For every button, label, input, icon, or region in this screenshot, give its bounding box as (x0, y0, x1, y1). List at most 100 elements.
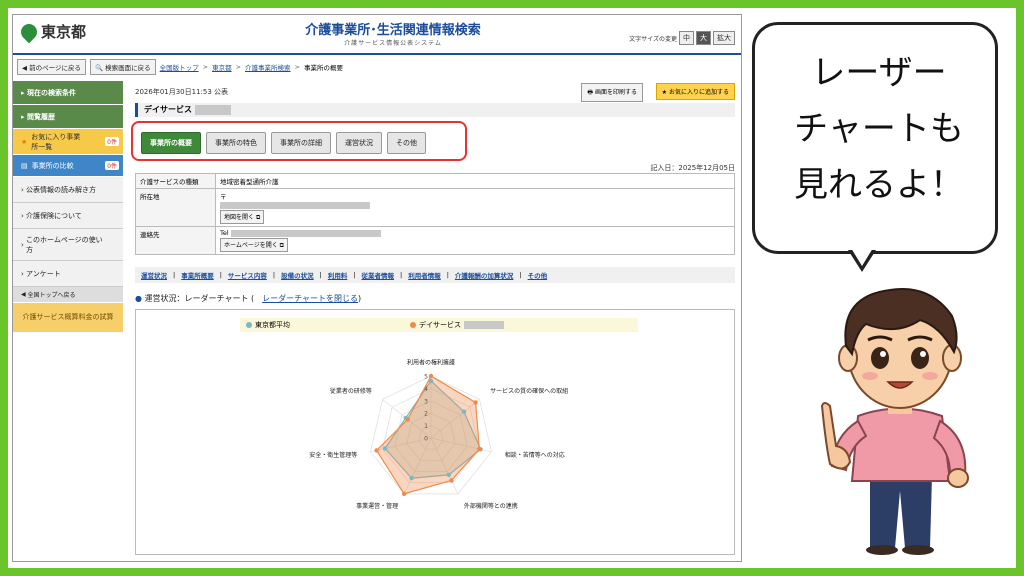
sidebar-item-compare[interactable]: ▤ 事業所の比較 0件 (13, 155, 123, 177)
font-size-large[interactable]: 大 (696, 31, 711, 45)
back-arrow-icon: ◀ (22, 64, 27, 72)
radar-tick-label: 3 (424, 398, 428, 405)
service-fee-calc-button[interactable]: 介護サービス概算料金の試算 (13, 303, 123, 333)
sidebar-item-survey[interactable]: › アンケート (13, 261, 123, 287)
character-shirt (850, 407, 952, 482)
radar-point (374, 448, 379, 453)
crumb-sep: > (294, 63, 300, 71)
sidebar-item-insurance[interactable]: › 介護保険について (13, 203, 123, 229)
radar-point (449, 478, 454, 483)
main-content: 2026年01月30日11:53 公表 🖶 画面を印刷する ★ お気に入りに追加… (131, 81, 739, 559)
radar-point (446, 472, 451, 478)
legend-label: 東京都平均 (255, 321, 290, 329)
service-type-label: 介護サービスの種類 (135, 173, 216, 189)
speech-bubble: レーザー チャートも 見れるよ！ (752, 22, 998, 254)
search-back-button[interactable]: 🔍 検索画面に戻る (89, 59, 156, 75)
nav-user-info[interactable]: 利用者情報 (408, 270, 441, 280)
legend-dot-average (246, 322, 252, 328)
add-favorite-label: お気に入りに追加する (668, 89, 729, 96)
nav-operation[interactable]: 運営状況 (141, 270, 167, 280)
font-size-medium[interactable]: 中 (679, 31, 694, 45)
nav-service[interactable]: サービス内容 (228, 270, 267, 280)
radar-chart-box: 東京都平均 デイサービス 0 1 2 3 4 5 利用者の権利擁護 サービスの質の確保への取組… (135, 309, 735, 555)
close-radar-link[interactable]: レーダーチャートを閉じる (262, 294, 358, 303)
print-button[interactable]: 🖶 画面を印刷する (581, 83, 643, 102)
tab-overview[interactable]: 事業所の概要 (141, 132, 201, 154)
nav-office-summary[interactable]: 事業所概要 (181, 270, 214, 280)
open-map-button[interactable]: 地図を開く ⧉ (220, 210, 265, 224)
open-homepage-button[interactable]: ホームページを開く ⧉ (220, 238, 288, 252)
table-row: 介護サービスの種類 地域密着型通所介護 (135, 173, 735, 189)
nav-other[interactable]: その他 (528, 270, 548, 280)
font-size-zoom[interactable]: 拡大 (713, 31, 735, 45)
crumb-sep: > (235, 63, 242, 71)
ginkgo-icon (17, 20, 41, 43)
sidebar-item-favorites[interactable]: ★ お気に入り事業所一覧 0件 (13, 129, 123, 155)
radar-point (401, 491, 407, 497)
address-label: 所在地 (135, 188, 216, 227)
sidebar-item-label: アンケート (26, 269, 61, 278)
character-eye (871, 347, 889, 369)
service-type-value: 地域密着型通所介護 (215, 173, 735, 189)
sidebar-item-label: 閲覧履歴 (26, 112, 55, 121)
font-size-label: 文字サイズの変更 (629, 35, 677, 43)
tab-details[interactable]: 事業所の詳細 (271, 132, 331, 154)
favorites-count-badge: 0件 (105, 137, 119, 146)
radar-title: 運営状況：レーダーチャート (144, 294, 249, 303)
character-cheek (862, 372, 878, 380)
radar-axis-label: 相談・苦情等への対応 (505, 451, 565, 459)
crumb-national-top[interactable]: 全国版トップ (160, 62, 199, 72)
external-link-icon: ⧉ (279, 242, 284, 249)
nav-reward[interactable]: 介護報酬の加算状況 (455, 270, 514, 280)
radar-point (473, 400, 478, 405)
sidebar-item-search-conditions[interactable]: ▸ 現在の検索条件 (13, 81, 123, 105)
sidebar-item-howto[interactable]: › このホームページの使い方 (13, 229, 123, 261)
back-label: 前のページに戻る (29, 64, 81, 72)
radar-point (405, 417, 410, 422)
contact-value: Tel ホームページを開く ⧉ (215, 226, 735, 255)
back-button[interactable]: ◀ 前のページに戻る (17, 59, 86, 75)
section-nav: 運営状況 | 事業所概要 | サービス内容 | 設備の状況 | 利用料 | 従業者情報 | … (135, 267, 735, 283)
radar-tick-label: 5 (424, 374, 428, 381)
sidebar: ▸ 現在の検索条件 ▸ 閲覧履歴 ★ お気に入り事業所一覧 0件 ▤ 事業所の比較 0件… (13, 81, 123, 333)
header-divider (13, 53, 741, 55)
office-name-text: デイサービス (144, 105, 192, 114)
radar-point (382, 446, 388, 451)
tab-operation[interactable]: 運営状況 (336, 132, 382, 154)
add-favorite-button[interactable]: ★ お気に入りに追加する (655, 83, 735, 100)
radar-axis-label: 従業者の研修等 (330, 387, 372, 395)
search-back-label: 検索画面に戻る (105, 64, 151, 72)
redacted-block (230, 229, 381, 237)
postal-mark: 〒 (220, 193, 227, 201)
tel-prefix: Tel (220, 229, 229, 237)
radar-point (477, 446, 482, 452)
published-date: 2026年01月30日11:53 公表 (135, 88, 229, 96)
radar-tick-label: 0 (424, 436, 428, 443)
nav-fee[interactable]: 利用料 (328, 270, 348, 280)
tab-other[interactable]: その他 (387, 132, 426, 154)
back-to-top-button[interactable]: ◀ 全国トップへ戻る (13, 287, 123, 303)
search-icon: 🔍 (94, 64, 104, 72)
sidebar-item-reading-guide[interactable]: › 公表情報の読み解き方 (13, 177, 123, 203)
star-icon: ★ (661, 89, 668, 96)
radar-tick-label: 1 (424, 423, 428, 430)
sidebar-item-label: お気に入り事業所一覧 (31, 132, 81, 151)
tab-features[interactable]: 事業所の特色 (206, 132, 266, 154)
sidebar-item-label: 公表情報の読み解き方 (26, 185, 97, 194)
radar-axis-label: サービスの質の確保への取組 (490, 387, 568, 395)
redacted-block (194, 104, 231, 115)
office-name: デイサービス (135, 103, 735, 117)
site-title-sub: 介護サービス情報公表システム (344, 40, 442, 47)
redacted-block (220, 201, 370, 209)
crumb-tokyo[interactable]: 東京都 (212, 62, 232, 72)
radar-point (461, 409, 467, 414)
nav-staff[interactable]: 従業者情報 (362, 270, 395, 280)
crumb-search[interactable]: 介護事業所検索 (245, 62, 291, 72)
sidebar-item-history[interactable]: ▸ 閲覧履歴 (13, 105, 123, 129)
nav-facility[interactable]: 設備の状況 (281, 270, 314, 280)
chart-legend: 東京都平均 デイサービス (240, 318, 638, 332)
speech-text: レーザー チャートも 見れるよ！ (769, 45, 989, 213)
bubble-tail-inner (851, 248, 873, 266)
tokyo-logo[interactable]: 東京都 (17, 20, 86, 43)
legend-item: デイサービス (410, 320, 504, 330)
